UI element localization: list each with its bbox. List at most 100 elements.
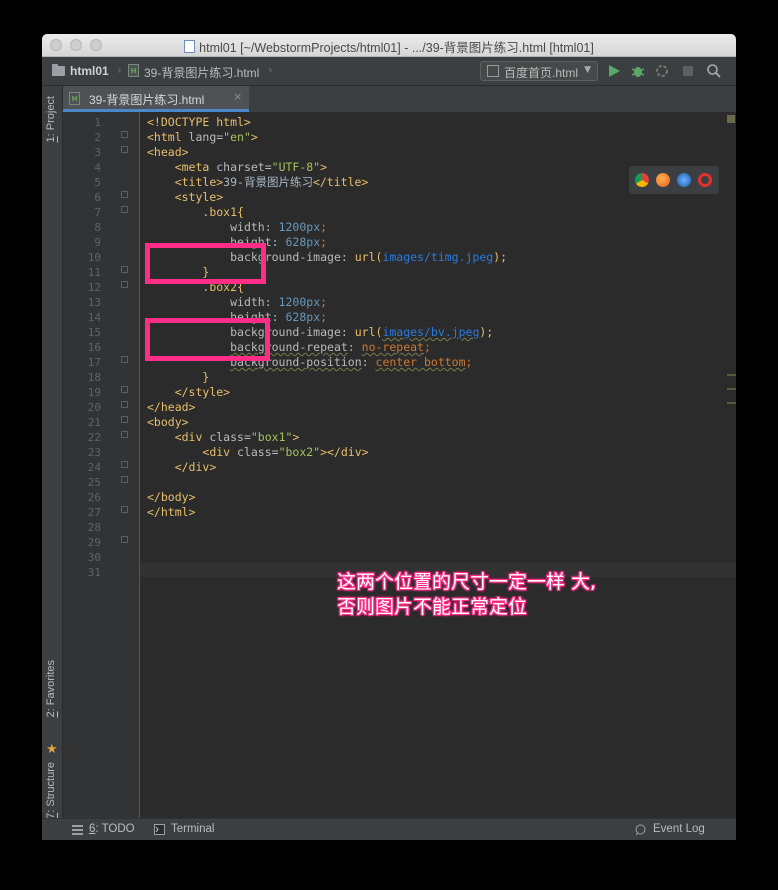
code-line-26: </body>	[147, 490, 196, 504]
breadcrumb-project[interactable]: html01	[70, 64, 109, 78]
fold-marker[interactable]	[121, 461, 128, 468]
code-line-23: <div class="box2"></div>	[202, 445, 369, 459]
chrome-icon[interactable]	[635, 173, 649, 187]
line-number: 31	[87, 566, 101, 579]
code-line-20: </head>	[147, 400, 196, 414]
code-line-24: </div>	[174, 460, 217, 474]
line-number: 22	[87, 431, 101, 444]
window-title: html01 [~/WebstormProjects/html01] - ...…	[42, 37, 736, 56]
line-number: 14	[87, 311, 101, 324]
code-line-1: <!DOCTYPE html>	[147, 115, 251, 129]
scroll-marker[interactable]	[727, 374, 736, 376]
fold-marker[interactable]	[121, 401, 128, 408]
run-icon[interactable]	[606, 63, 622, 79]
fold-marker[interactable]	[121, 386, 128, 393]
chevron-right-icon: ›	[117, 63, 122, 77]
stop-icon[interactable]	[680, 63, 696, 79]
folder-icon	[52, 64, 65, 76]
line-number: 2	[94, 131, 101, 144]
structure-tool-tab[interactable]: 7: Structure	[45, 762, 57, 819]
favorites-tool-tab[interactable]: 2: Favorites	[45, 660, 57, 717]
editor-tab-label: 39-背景图片练习.html	[89, 93, 205, 107]
line-number: 29	[87, 536, 101, 549]
terminal-tool-tab[interactable]: Terminal	[171, 823, 214, 835]
line-number: 17	[87, 356, 101, 369]
code-line-13: width: 1200px;	[230, 295, 328, 309]
line-number: 15	[87, 326, 101, 339]
highlight-box-box2-size	[145, 318, 270, 361]
code-line-21: <body>	[147, 415, 189, 429]
line-number: 18	[87, 371, 101, 384]
editor-tab-bar: H 39-背景图片练习.html ×	[63, 86, 736, 113]
scroll-marker[interactable]	[727, 388, 736, 390]
fold-marker[interactable]	[121, 431, 128, 438]
html-file-icon: H	[128, 64, 139, 77]
close-tab-icon[interactable]: ×	[233, 90, 242, 103]
line-number: 27	[87, 506, 101, 519]
code-line-3: <head>	[147, 145, 189, 159]
code-line-18: }	[202, 370, 210, 384]
document-icon	[184, 40, 196, 53]
navigation-bar: html01 › H 39-背景图片练习.html › 百度首页.html ▼	[42, 57, 736, 86]
browser-preview-bar	[629, 166, 719, 194]
line-number: 5	[94, 176, 101, 189]
line-number: 13	[87, 296, 101, 309]
opera-icon[interactable]	[698, 173, 712, 187]
line-number: 6	[94, 191, 101, 204]
code-line-5: <title>39-背景图片练习</title>	[174, 175, 369, 189]
inspection-status-icon[interactable]	[727, 115, 735, 123]
fold-marker[interactable]	[121, 191, 128, 198]
star-icon: ★	[46, 742, 58, 757]
line-number: 16	[87, 341, 101, 354]
firefox-icon[interactable]	[656, 173, 670, 187]
fold-marker[interactable]	[121, 206, 128, 213]
line-number: 21	[87, 416, 101, 429]
internet-explorer-icon[interactable]	[677, 173, 691, 187]
fold-marker[interactable]	[121, 146, 128, 153]
fold-marker[interactable]	[121, 131, 128, 138]
run-config-label: 百度首页.html	[504, 66, 579, 80]
line-number: 8	[94, 221, 101, 234]
highlight-box-box1-size	[145, 243, 266, 284]
fold-marker[interactable]	[121, 356, 128, 363]
line-number: 3	[94, 146, 101, 159]
run-configuration-select[interactable]: 百度首页.html ▼	[480, 61, 598, 81]
fold-marker[interactable]	[121, 266, 128, 273]
fold-marker[interactable]	[121, 281, 128, 288]
html-file-icon: H	[69, 92, 80, 105]
line-number-gutter: 1 2 3 4 5 6 7 8 9 10 11 12 13 14 15 16 17 18 19 20 21 22 23 24 2…	[63, 112, 140, 818]
fold-marker[interactable]	[121, 506, 128, 513]
coverage-icon[interactable]	[654, 63, 670, 79]
code-line-22: <div class="box1">	[174, 430, 300, 444]
todo-tool-tab[interactable]: 6: TODO	[89, 823, 135, 835]
chevron-down-icon: ▼	[584, 65, 591, 75]
breadcrumb-file[interactable]: 39-背景图片练习.html	[144, 64, 259, 81]
scroll-marker[interactable]	[727, 402, 736, 404]
fold-marker[interactable]	[121, 476, 128, 483]
search-icon[interactable]	[706, 63, 722, 79]
event-log-tool-tab[interactable]: Event Log	[653, 823, 705, 835]
debug-icon[interactable]	[630, 63, 646, 79]
ide-window: html01 [~/WebstormProjects/html01] - ...…	[42, 34, 736, 840]
line-number: 26	[87, 491, 101, 504]
line-number: 9	[94, 236, 101, 249]
code-line-7: .box1{	[202, 205, 244, 219]
line-number: 24	[87, 461, 101, 474]
code-line-19: </style>	[174, 385, 231, 399]
code-line-2: <html lang="en">	[147, 130, 258, 144]
code-editor[interactable]: 1 2 3 4 5 6 7 8 9 10 11 12 13 14 15 16 17 18 19 20 21 22 23 24 2…	[63, 112, 736, 818]
fold-marker[interactable]	[121, 416, 128, 423]
line-number: 11	[87, 266, 101, 279]
chevron-right-icon: ›	[268, 63, 273, 77]
fold-marker[interactable]	[121, 536, 128, 543]
line-number: 20	[87, 401, 101, 414]
project-tool-tab[interactable]: 1: Project	[45, 96, 57, 142]
line-number: 30	[87, 551, 101, 564]
line-number: 19	[87, 386, 101, 399]
code-line-8: width: 1200px;	[230, 220, 328, 234]
line-number: 1	[94, 116, 101, 129]
annotation-text: 这两个位置的尺寸一定一样 大, 否则图片不能正常定位	[337, 571, 597, 618]
editor-tab-active[interactable]: H 39-背景图片练习.html ×	[63, 86, 249, 112]
left-tool-strip: 1: Project 2: Favorites ★ 7: Structure	[42, 86, 63, 819]
code-line-6: <style>	[174, 190, 224, 204]
